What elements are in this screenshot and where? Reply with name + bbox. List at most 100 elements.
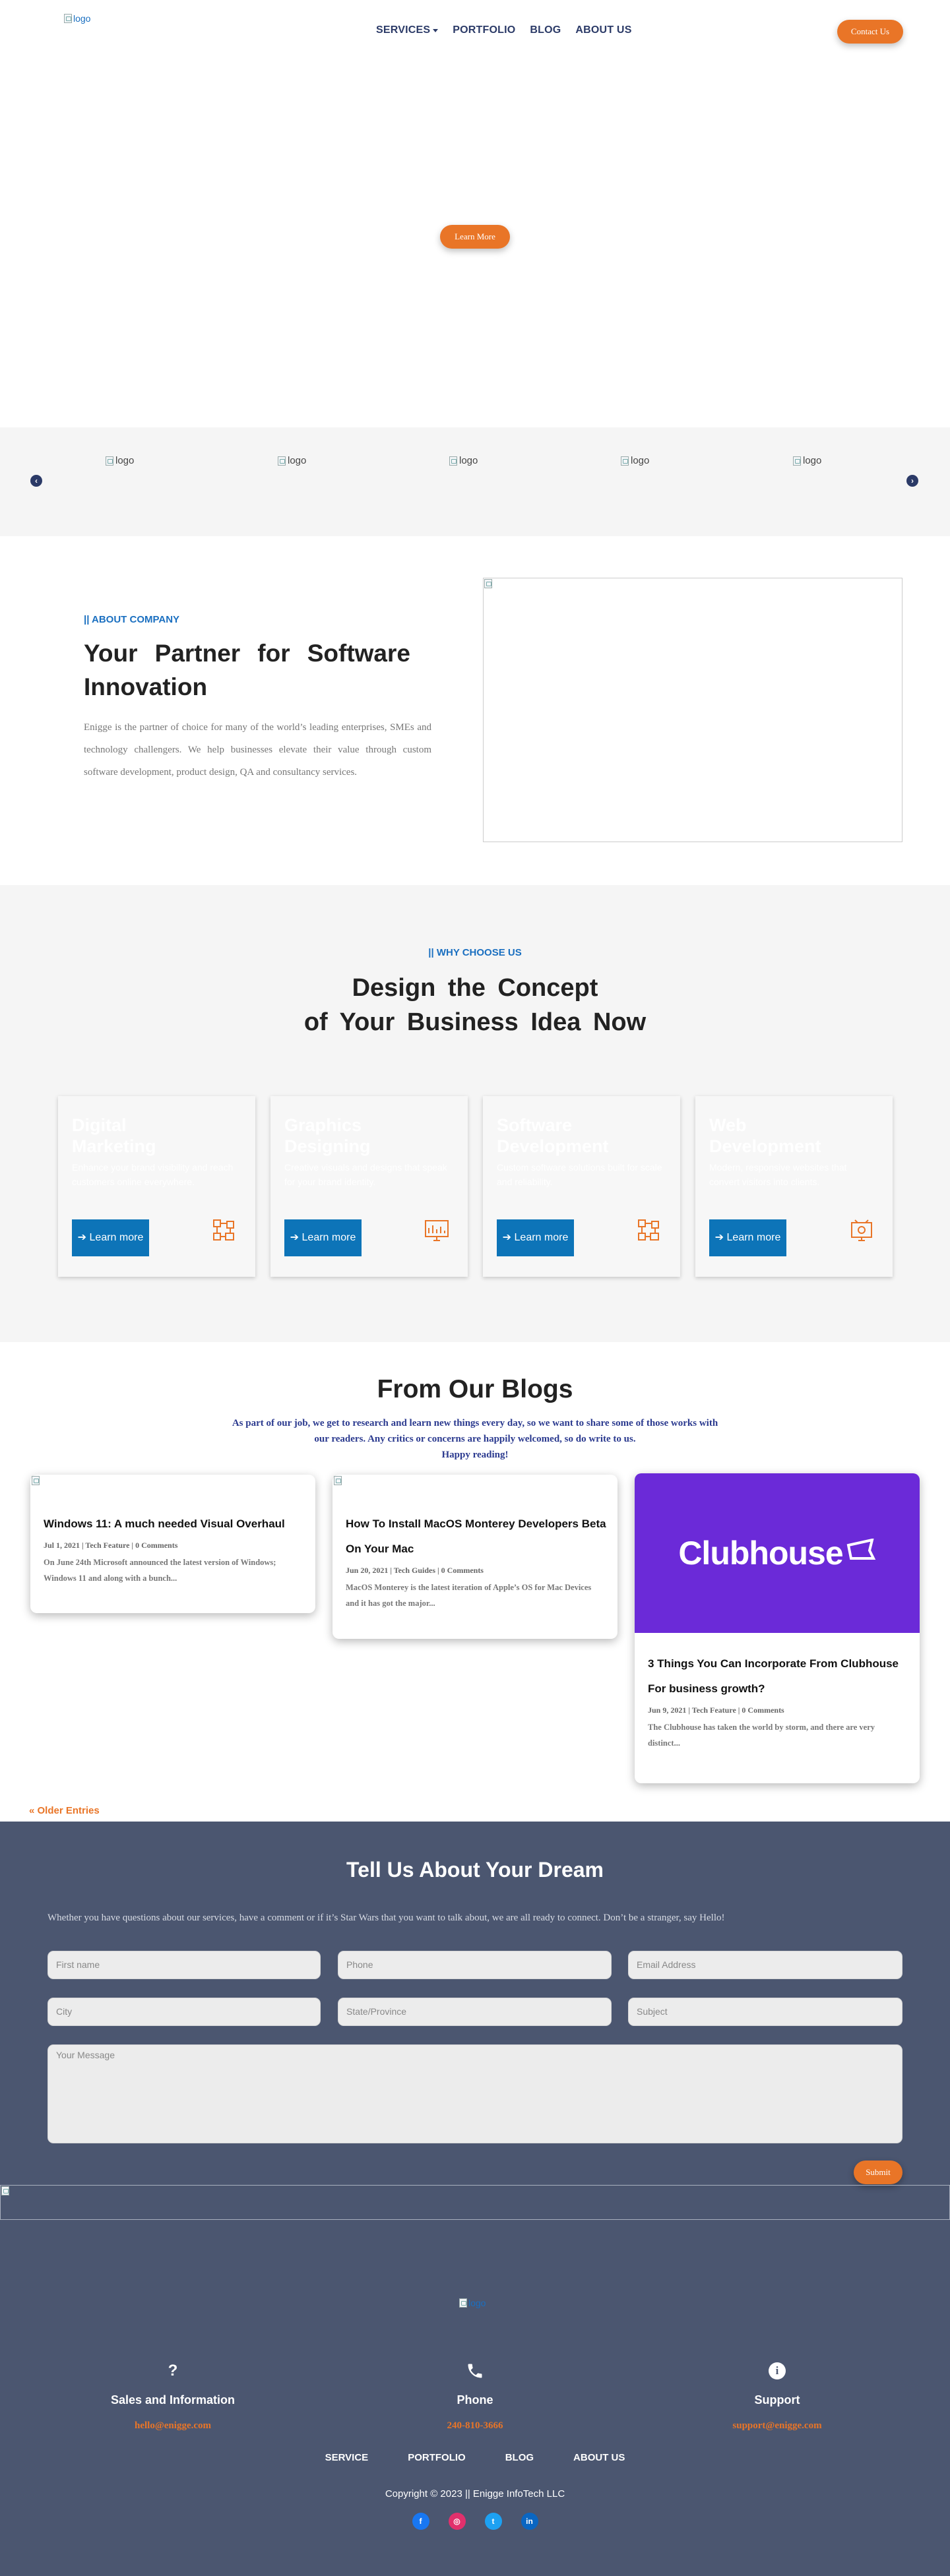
instagram-icon[interactable]: ◎	[448, 2513, 466, 2530]
facebook-icon[interactable]: f	[412, 2513, 429, 2530]
nav-label: SERVICES	[376, 24, 431, 36]
client-logo: logo	[621, 455, 649, 466]
why-choose-us-section: || WHY CHOOSE US Design the Concept of Y…	[0, 885, 950, 1342]
hero-learn-more-button[interactable]: Learn More	[440, 225, 510, 249]
footer-col-heading: Support	[754, 2393, 800, 2407]
city-field[interactable]: City	[48, 1998, 321, 2026]
footer-col-heading: Phone	[457, 2393, 493, 2407]
blogs-subtitle-line: our readers. Any critics or concerns are…	[314, 1434, 636, 1444]
service-card-title: Web Development	[709, 1115, 821, 1156]
nav-item-blog[interactable]: BLOG	[530, 24, 561, 36]
broken-image-icon	[449, 456, 457, 466]
footer-nav-service[interactable]: SERVICE	[325, 2452, 369, 2463]
footer-nav-blog[interactable]: BLOG	[505, 2452, 534, 2463]
about-title: Your Partner for Software Innovation	[84, 640, 410, 700]
blogs-title: From Our Blogs	[377, 1375, 573, 1403]
why-title-line-1: Design the Concept	[352, 974, 598, 1002]
service-card-desc: Creative visuals and designs that speak …	[284, 1162, 447, 1187]
blog-title[interactable]: 3 Things You Can Incorporate From Clubho…	[648, 1651, 908, 1702]
about-text: Enigge is the partner of choice for many…	[84, 722, 431, 778]
support-email-link[interactable]: support@enigge.com	[678, 2420, 876, 2432]
blog-meta: Jun 9, 2021 | Tech Feature | 0 Comments	[648, 1705, 784, 1715]
button-label: Learn more	[89, 1232, 144, 1243]
email-field[interactable]: Email Address	[628, 1951, 902, 1979]
social-links: f ◎ t in	[0, 2513, 950, 2530]
blog-title[interactable]: Windows 11: A much needed Visual Overhau…	[44, 1512, 304, 1537]
network-icon	[638, 1219, 659, 1241]
about-image	[483, 578, 902, 842]
service-card-desc: Modern, responsive websites that convert…	[709, 1162, 847, 1187]
blog-card[interactable]: How To Install MacOS Monterey Developers…	[332, 1475, 618, 1639]
footer-col-phone: Phone 240-810-3666	[376, 2359, 574, 2432]
footer-nav: SERVICE PORTFOLIO BLOG ABOUT US	[0, 2452, 950, 2463]
carousel-next-icon[interactable]: ›	[906, 475, 918, 487]
service-card: Web Development Modern, responsive websi…	[695, 1096, 893, 1277]
web-monitor-icon	[851, 1219, 872, 1241]
linkedin-icon[interactable]: in	[521, 2513, 538, 2530]
broken-image-icon	[1, 2186, 9, 2195]
footer-logo[interactable]: logo	[459, 2298, 486, 2308]
why-title: Design the Concept of Your Business Idea…	[0, 971, 950, 1039]
submit-button[interactable]: Submit	[854, 2161, 902, 2184]
phone-number-link[interactable]: 240-810-3666	[376, 2420, 574, 2432]
message-field[interactable]: Your Message	[48, 2044, 902, 2143]
blog-thumbnail	[332, 1475, 618, 1488]
client-logo: logo	[106, 455, 134, 466]
carousel-prev-icon[interactable]: ‹	[30, 475, 42, 487]
blog-meta: Jul 1, 2021 | Tech Feature | 0 Comments	[44, 1541, 178, 1550]
nav-item-services[interactable]: SERVICES	[376, 24, 439, 36]
broken-image-icon	[334, 1476, 342, 1485]
button-label: Learn more	[301, 1232, 356, 1243]
blog-excerpt: On June 24th Microsoft announced the lat…	[44, 1558, 276, 1583]
state-field[interactable]: State/Province	[338, 1998, 612, 2026]
blog-title[interactable]: How To Install MacOS Monterey Developers…	[346, 1512, 606, 1562]
blogs-subtitle: As part of our job, we get to research a…	[211, 1415, 739, 1463]
service-card: Software Development Custom software sol…	[483, 1096, 680, 1277]
first-name-field[interactable]: First name	[48, 1951, 321, 1979]
contact-intro: Whether you have questions about our ser…	[48, 1913, 725, 1923]
logo-alt-text: logo	[803, 455, 822, 466]
question-icon: ?	[168, 2362, 178, 2379]
blog-thumbnail: Clubhouse	[635, 1473, 920, 1633]
site-logo[interactable]: logo	[64, 13, 90, 24]
logo-alt-text: logo	[468, 2298, 486, 2308]
client-logo: logo	[793, 455, 821, 466]
blogs-subtitle-line: As part of our job, we get to research a…	[232, 1418, 718, 1428]
about-kicker: || ABOUT COMPANY	[84, 614, 180, 625]
divider-image	[0, 2185, 950, 2220]
blog-thumbnail	[30, 1475, 315, 1488]
clubhouse-image-text: Clubhouse	[678, 1535, 843, 1572]
blog-excerpt: The Clubhouse has taken the world by sto…	[648, 1723, 875, 1748]
logo-alt-text: logo	[459, 455, 478, 466]
button-label: Learn more	[514, 1232, 569, 1243]
older-entries-link[interactable]: « Older Entries	[29, 1805, 100, 1816]
nav-item-portfolio[interactable]: PORTFOLIO	[453, 24, 515, 36]
blog-meta: Jun 20, 2021 | Tech Guides | 0 Comments	[346, 1566, 484, 1575]
footer-col-heading: Sales and Information	[110, 2393, 236, 2407]
client-logo: logo	[449, 455, 478, 466]
nav-item-about-us[interactable]: ABOUT US	[575, 24, 631, 36]
footer-nav-portfolio[interactable]: PORTFOLIO	[408, 2452, 466, 2463]
phone-field[interactable]: Phone	[338, 1951, 612, 1979]
service-card-title: Digital Marketing	[72, 1115, 156, 1156]
learn-more-button[interactable]: ➔ Learn more	[72, 1219, 149, 1256]
broken-image-icon	[106, 456, 113, 466]
learn-more-button[interactable]: ➔ Learn more	[709, 1219, 786, 1256]
sales-email-link[interactable]: hello@enigge.com	[74, 2420, 272, 2432]
logo-alt-text: logo	[115, 455, 135, 466]
service-card: Digital Marketing Enhance your brand vis…	[58, 1096, 255, 1277]
learn-more-button[interactable]: ➔ Learn more	[284, 1219, 362, 1256]
blog-card[interactable]: Windows 11: A much needed Visual Overhau…	[30, 1475, 315, 1613]
logo-alt-text: logo	[631, 455, 650, 466]
broken-image-icon	[64, 14, 72, 23]
twitter-icon[interactable]: t	[484, 2513, 502, 2530]
button-label: Learn more	[726, 1232, 781, 1243]
phone-icon	[376, 2359, 574, 2383]
subject-field[interactable]: Subject	[628, 1998, 902, 2026]
blog-card[interactable]: Clubhouse 3 Things You Can Incorporate F…	[635, 1473, 920, 1783]
broken-image-icon	[793, 456, 801, 466]
contact-us-button[interactable]: Contact Us	[837, 20, 903, 44]
learn-more-button[interactable]: ➔ Learn more	[497, 1219, 574, 1256]
why-kicker: || WHY CHOOSE US	[428, 947, 522, 958]
footer-nav-about-us[interactable]: ABOUT US	[573, 2452, 625, 2463]
